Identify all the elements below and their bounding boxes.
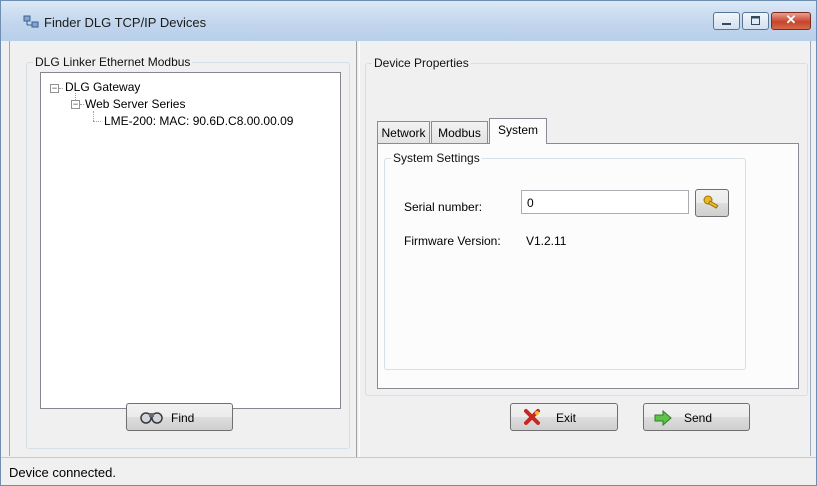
tree-node-lme-200[interactable]: LME-200: MAC: 90.6D.C8.00.00.09 — [104, 114, 293, 128]
firmware-version-label: Firmware Version: — [404, 234, 501, 248]
status-bar: Device connected. — [1, 457, 816, 485]
firmware-version-value: V1.2.11 — [526, 234, 567, 248]
linker-group-title: DLG Linker Ethernet Modbus — [33, 55, 193, 69]
find-button[interactable]: Find — [126, 403, 233, 431]
tree-connector — [80, 104, 84, 105]
tree-connector — [59, 88, 63, 89]
system-tab-panel: System Settings Serial number: 0 Firmwar… — [377, 143, 799, 389]
main-window: Finder DLG TCP/IP Devices ✕ DLG Linker E… — [0, 0, 817, 486]
green-arrow-icon — [654, 410, 672, 426]
exit-button-label: Exit — [556, 411, 577, 425]
tree-connector — [75, 93, 76, 100]
window-title: Finder DLG TCP/IP Devices — [44, 15, 207, 30]
title-bar[interactable]: Finder DLG TCP/IP Devices ✕ — [1, 1, 816, 41]
collapse-icon[interactable]: − — [50, 84, 59, 93]
tree-node-dlg-gateway[interactable]: DLG Gateway — [65, 80, 140, 94]
minimize-icon — [722, 23, 731, 25]
device-properties-title: Device Properties — [372, 56, 471, 70]
tree-connector — [93, 111, 94, 121]
key-icon — [703, 195, 719, 209]
tree-connector — [93, 121, 101, 122]
tab-network[interactable]: Network — [377, 121, 430, 144]
tab-modbus[interactable]: Modbus — [431, 121, 488, 144]
tree-node-web-server-series[interactable]: Web Server Series — [85, 97, 185, 111]
exit-button[interactable]: Exit — [510, 403, 618, 431]
device-tree[interactable]: − DLG Gateway − Web Server Series LME-20… — [40, 72, 341, 409]
system-settings-title: System Settings — [391, 151, 482, 165]
collapse-icon[interactable]: − — [71, 100, 80, 109]
network-devices-icon — [23, 15, 39, 28]
maximize-button[interactable] — [742, 12, 769, 30]
close-button[interactable]: ✕ — [771, 12, 811, 30]
apply-serial-button[interactable] — [695, 189, 729, 217]
send-button[interactable]: Send — [643, 403, 750, 431]
minimize-button[interactable] — [713, 12, 740, 30]
send-button-label: Send — [684, 411, 713, 425]
binoculars-icon — [140, 412, 163, 424]
status-text: Device connected. — [9, 465, 116, 480]
close-icon: ✕ — [785, 12, 797, 27]
maximize-icon — [751, 16, 760, 25]
find-button-label: Find — [171, 411, 195, 425]
client-area: DLG Linker Ethernet Modbus − DLG Gateway… — [9, 41, 811, 459]
serial-number-input[interactable]: 0 — [521, 190, 689, 214]
tab-system[interactable]: System — [489, 118, 547, 144]
serial-number-label: Serial number: — [404, 200, 483, 214]
panel-divider — [356, 41, 360, 459]
red-x-icon — [524, 409, 540, 425]
